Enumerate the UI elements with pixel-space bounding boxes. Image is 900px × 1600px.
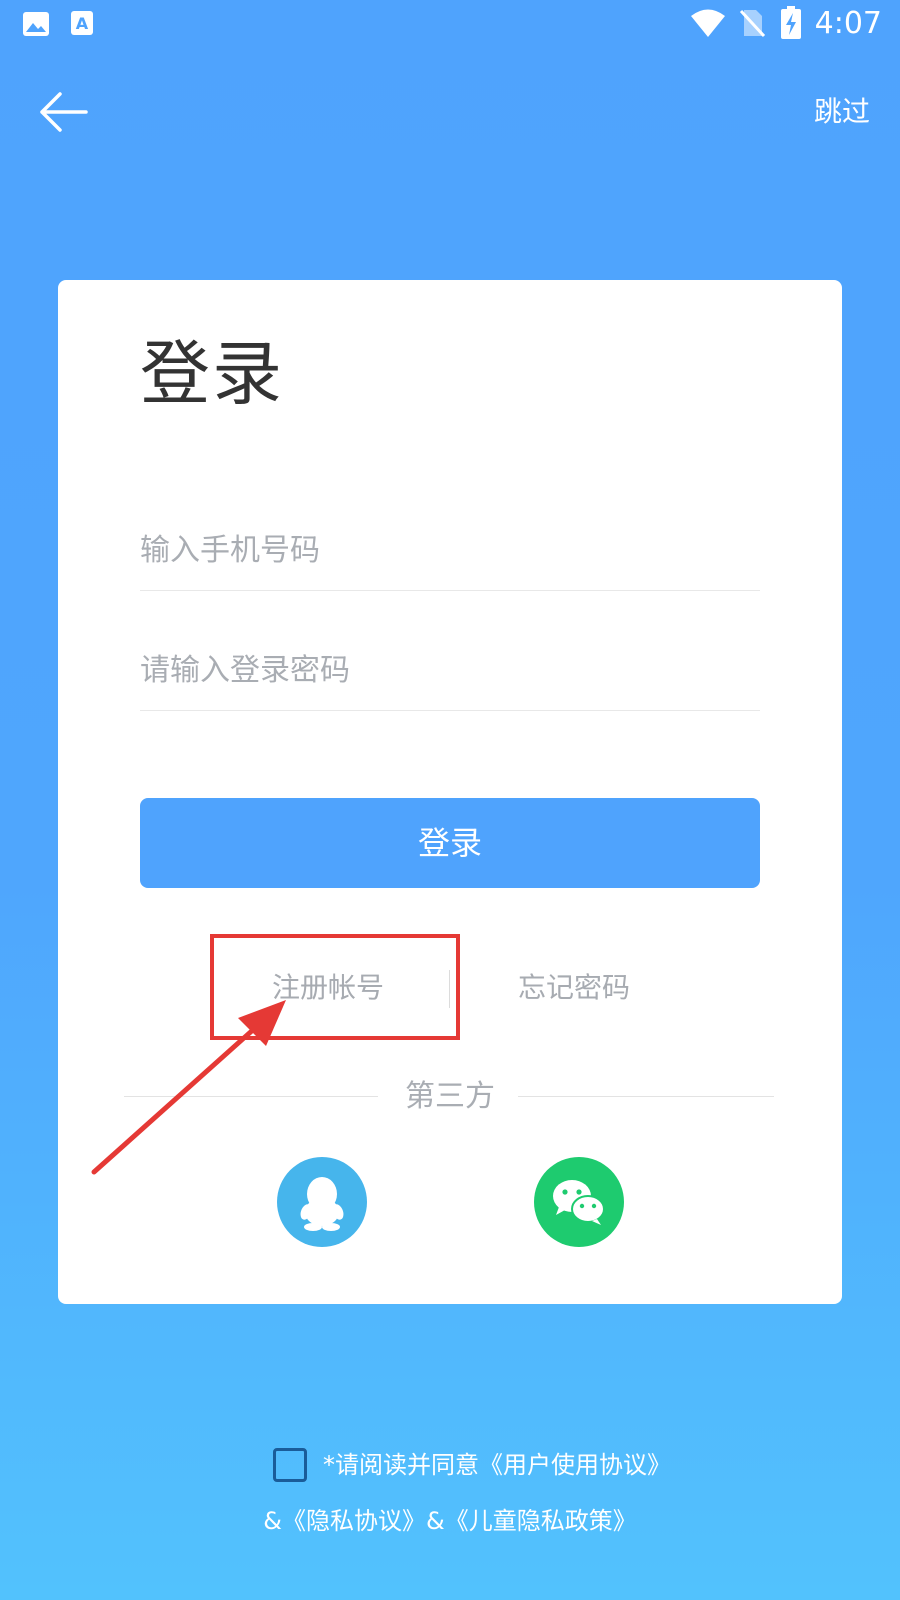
password-field-container	[140, 630, 760, 711]
a-notification-icon: A	[71, 11, 93, 35]
wechat-login-button[interactable]	[534, 1157, 624, 1247]
image-notification-icon	[23, 12, 49, 36]
battery-charging-icon	[781, 6, 801, 39]
svg-text:A: A	[76, 14, 89, 33]
agreement-checkbox[interactable]	[273, 1448, 307, 1482]
forgot-password-link[interactable]: 忘记密码	[518, 968, 630, 1008]
qq-icon	[300, 1177, 344, 1231]
arrow-left-icon	[40, 92, 88, 132]
login-button[interactable]: 登录	[140, 798, 760, 888]
back-button[interactable]	[36, 88, 92, 136]
agreement-text-line2[interactable]: &《隐私协议》&《儿童隐私政策》	[0, 1504, 900, 1538]
divider-right	[518, 1096, 774, 1097]
password-input[interactable]	[140, 630, 760, 710]
phone-field-container	[140, 510, 760, 591]
status-time: 4:07	[814, 6, 882, 41]
status-bar: A 4:07	[0, 0, 900, 48]
no-sim-icon	[739, 9, 766, 38]
skip-button[interactable]: 跳过	[814, 92, 870, 132]
wechat-icon	[553, 1180, 605, 1225]
wifi-icon	[691, 9, 725, 37]
agreement-text-line1[interactable]: *请阅读并同意《用户使用协议》	[323, 1448, 671, 1482]
annotation-arrow-icon	[91, 1000, 286, 1175]
page-title: 登录	[140, 333, 284, 415]
phone-input[interactable]	[140, 510, 760, 590]
